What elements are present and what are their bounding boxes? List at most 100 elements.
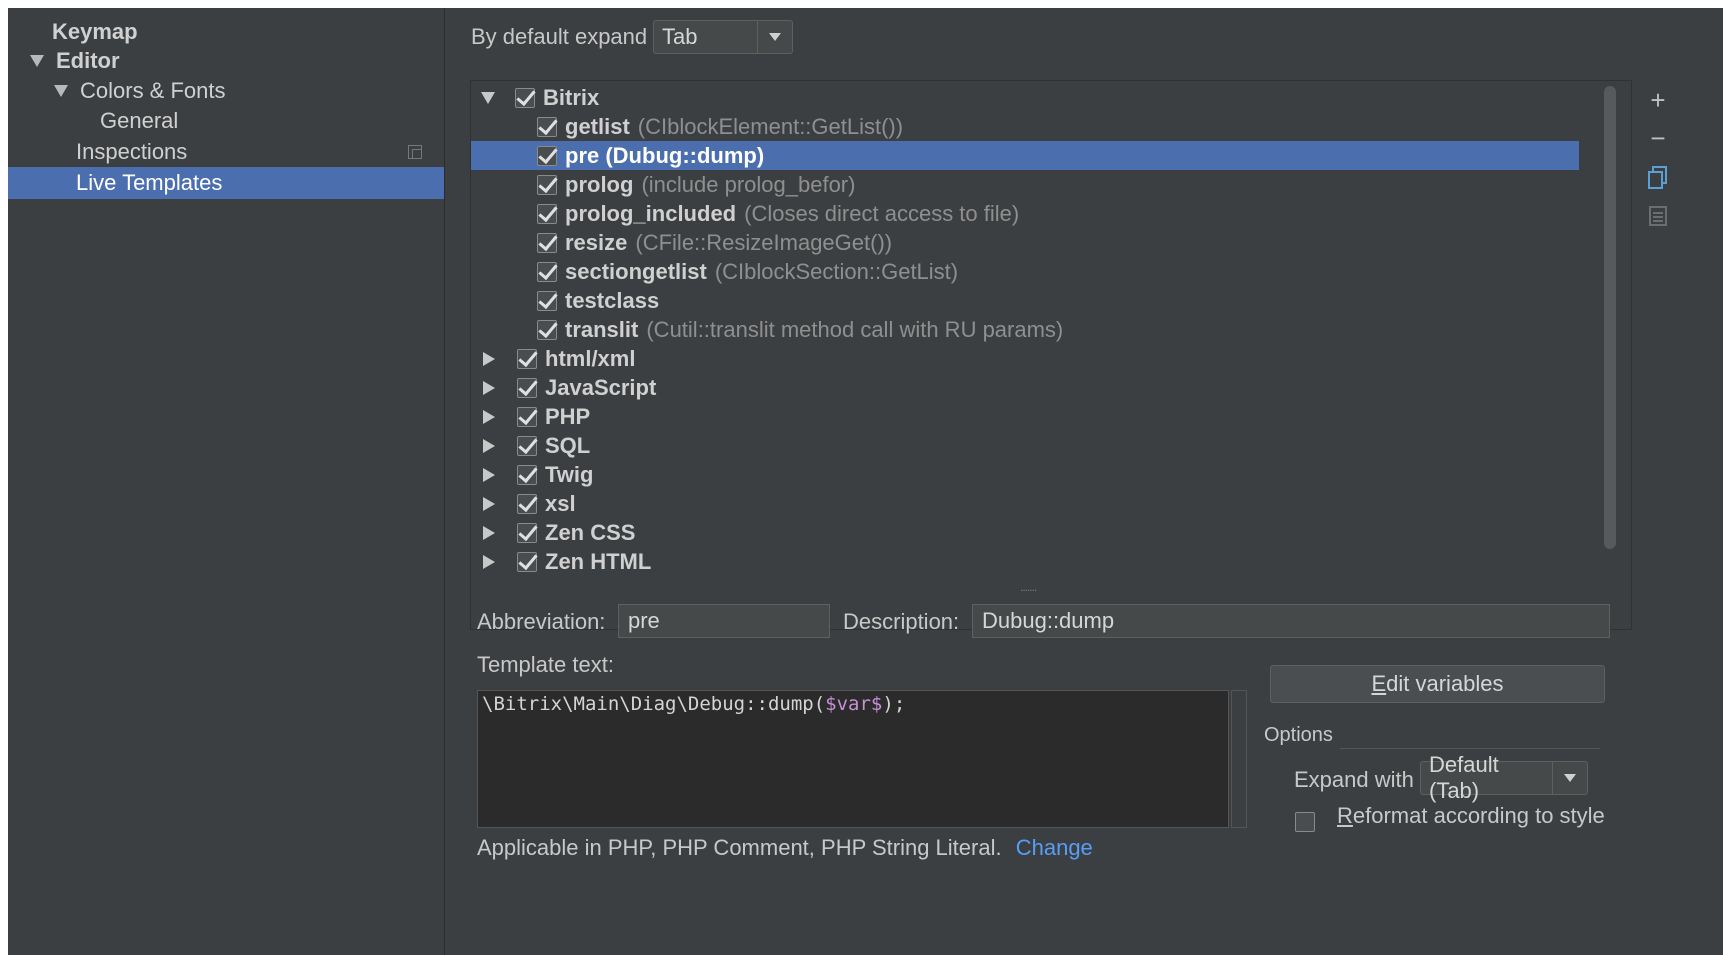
- sidebar-item-label: Colors & Fonts: [80, 78, 226, 103]
- template-checkbox[interactable]: [537, 145, 557, 166]
- expand-arrow-icon[interactable]: [483, 438, 495, 453]
- group-checkbox[interactable]: [517, 377, 537, 398]
- remove-icon[interactable]: −: [1638, 120, 1678, 156]
- description-label: Description:: [843, 609, 960, 634]
- template-description: (CFile::ResizeImageGet()): [635, 229, 893, 255]
- expand-arrow-icon[interactable]: [483, 351, 495, 366]
- add-icon[interactable]: +: [1638, 82, 1678, 118]
- group-checkbox[interactable]: [517, 348, 537, 369]
- tree-group[interactable]: JavaScript: [471, 373, 1631, 402]
- expand-with-select[interactable]: Default (Tab): [1420, 752, 1588, 803]
- reformat-label[interactable]: Reformat according to style: [1337, 803, 1605, 829]
- group-checkbox[interactable]: [515, 87, 535, 108]
- template-row[interactable]: sectiongetlist (CIblockSection::GetList): [471, 257, 1631, 286]
- tree-group[interactable]: html/xml: [471, 344, 1631, 373]
- expand-arrow-icon[interactable]: [483, 554, 495, 569]
- group-name: xsl: [545, 490, 576, 516]
- template-name: sectiongetlist: [565, 258, 707, 284]
- sidebar-item-inspections[interactable]: Inspections: [8, 136, 444, 168]
- template-row[interactable]: resize (CFile::ResizeImageGet()): [471, 228, 1631, 257]
- group-name: Zen CSS: [545, 519, 636, 545]
- reformat-checkbox[interactable]: [1295, 812, 1315, 832]
- sidebar-item-keymap[interactable]: Keymap: [8, 16, 444, 48]
- sidebar-item-label: Inspections: [76, 139, 188, 164]
- expand-arrow-icon[interactable]: [54, 85, 68, 97]
- expand-with-label: Expand with: [1294, 767, 1414, 792]
- template-checkbox[interactable]: [537, 261, 557, 282]
- tree-group[interactable]: Zen CSS: [471, 518, 1631, 547]
- expand-arrow-icon[interactable]: [481, 91, 495, 104]
- options-label: Options: [1264, 724, 1333, 746]
- description-input[interactable]: Dubug::dump: [972, 604, 1610, 638]
- tree-group-bitrix[interactable]: Bitrix: [471, 83, 1631, 112]
- group-checkbox[interactable]: [517, 435, 537, 456]
- template-row[interactable]: prolog (include prolog_befor): [471, 170, 1631, 199]
- template-row[interactable]: translit (Cutil::translit method call wi…: [471, 315, 1631, 344]
- template-name: pre (Dubug::dump): [565, 142, 765, 168]
- group-checkbox[interactable]: [517, 464, 537, 485]
- sidebar-item-editor[interactable]: Editor: [8, 45, 444, 77]
- expand-with-value: Default (Tab): [1429, 752, 1499, 803]
- abbreviation-input[interactable]: pre: [618, 604, 830, 638]
- default-expand-select[interactable]: Tab: [653, 20, 793, 54]
- template-text-suffix: );: [882, 693, 906, 715]
- sidebar-item-colors-fonts[interactable]: Colors & Fonts: [8, 75, 444, 107]
- group-name: html/xml: [545, 345, 636, 371]
- template-checkbox[interactable]: [537, 319, 557, 340]
- settings-sidebar: Keymap Editor Colors & Fonts General Ins…: [8, 8, 445, 955]
- applicable-text: Applicable in PHP, PHP Comment, PHP Stri…: [477, 835, 1002, 860]
- tree-scrollbar[interactable]: [1604, 86, 1616, 549]
- restore-defaults-icon[interactable]: [1638, 198, 1678, 234]
- template-checkbox[interactable]: [537, 203, 557, 224]
- templates-tree[interactable]: Bitrix getlist (CIblockElement::GetList(…: [470, 80, 1632, 630]
- chevron-down-icon: [1552, 762, 1587, 794]
- group-checkbox[interactable]: [517, 551, 537, 572]
- template-row[interactable]: prolog_included (Closes direct access to…: [471, 199, 1631, 228]
- template-description: (Cutil::translit method call with RU par…: [646, 316, 1064, 342]
- group-name: Zen HTML: [545, 548, 652, 574]
- template-editor-scrollbar[interactable]: [1231, 690, 1247, 828]
- change-context-link[interactable]: Change: [1016, 835, 1093, 860]
- splitter-handle[interactable]: .......: [1020, 580, 1037, 594]
- template-checkbox[interactable]: [537, 174, 557, 195]
- group-name: Twig: [545, 461, 594, 487]
- copy-icon[interactable]: [1638, 160, 1678, 196]
- template-checkbox[interactable]: [537, 290, 557, 311]
- template-checkbox[interactable]: [537, 116, 557, 137]
- template-row[interactable]: testclass: [471, 286, 1631, 315]
- expand-arrow-icon[interactable]: [483, 525, 495, 540]
- group-checkbox[interactable]: [517, 522, 537, 543]
- sidebar-item-label: Keymap: [52, 19, 138, 44]
- group-checkbox[interactable]: [517, 493, 537, 514]
- template-checkbox[interactable]: [537, 232, 557, 253]
- settings-window: Keymap Editor Colors & Fonts General Ins…: [8, 8, 1723, 955]
- template-description: (CIblockElement::GetList()): [637, 113, 904, 139]
- expand-arrow-icon[interactable]: [483, 409, 495, 424]
- template-row[interactable]: getlist (CIblockElement::GetList()): [471, 112, 1631, 141]
- tree-group[interactable]: SQL: [471, 431, 1631, 460]
- template-name: translit: [565, 316, 639, 342]
- edit-variables-button[interactable]: Edit variables: [1270, 665, 1605, 703]
- template-text-prefix: \Bitrix\Main\Diag\Debug::dump(: [482, 693, 826, 715]
- expand-arrow-icon[interactable]: [483, 467, 495, 482]
- tree-group[interactable]: Zen HTML: [471, 547, 1631, 576]
- sidebar-item-general[interactable]: General: [8, 105, 444, 137]
- group-checkbox[interactable]: [517, 406, 537, 427]
- project-settings-icon: [408, 145, 422, 159]
- template-text-editor[interactable]: \Bitrix\Main\Diag\Debug::dump($var$);: [477, 690, 1229, 828]
- tree-group[interactable]: xsl: [471, 489, 1631, 518]
- expand-arrow-icon[interactable]: [483, 380, 495, 395]
- template-row-selected[interactable]: pre (Dubug::dump): [471, 141, 1579, 170]
- tree-group[interactable]: Twig: [471, 460, 1631, 489]
- sidebar-item-live-templates[interactable]: Live Templates: [8, 167, 444, 199]
- expand-arrow-icon[interactable]: [30, 55, 44, 67]
- abbreviation-label: Abbreviation:: [477, 609, 606, 634]
- template-description: (CIblockSection::GetList): [714, 258, 959, 284]
- group-name: JavaScript: [545, 374, 657, 400]
- tree-group[interactable]: PHP: [471, 402, 1631, 431]
- sidebar-item-label: General: [100, 108, 179, 133]
- template-name: resize: [565, 229, 628, 255]
- mnemonic-letter: E: [1371, 671, 1387, 696]
- group-name: PHP: [545, 403, 591, 429]
- expand-arrow-icon[interactable]: [483, 496, 495, 511]
